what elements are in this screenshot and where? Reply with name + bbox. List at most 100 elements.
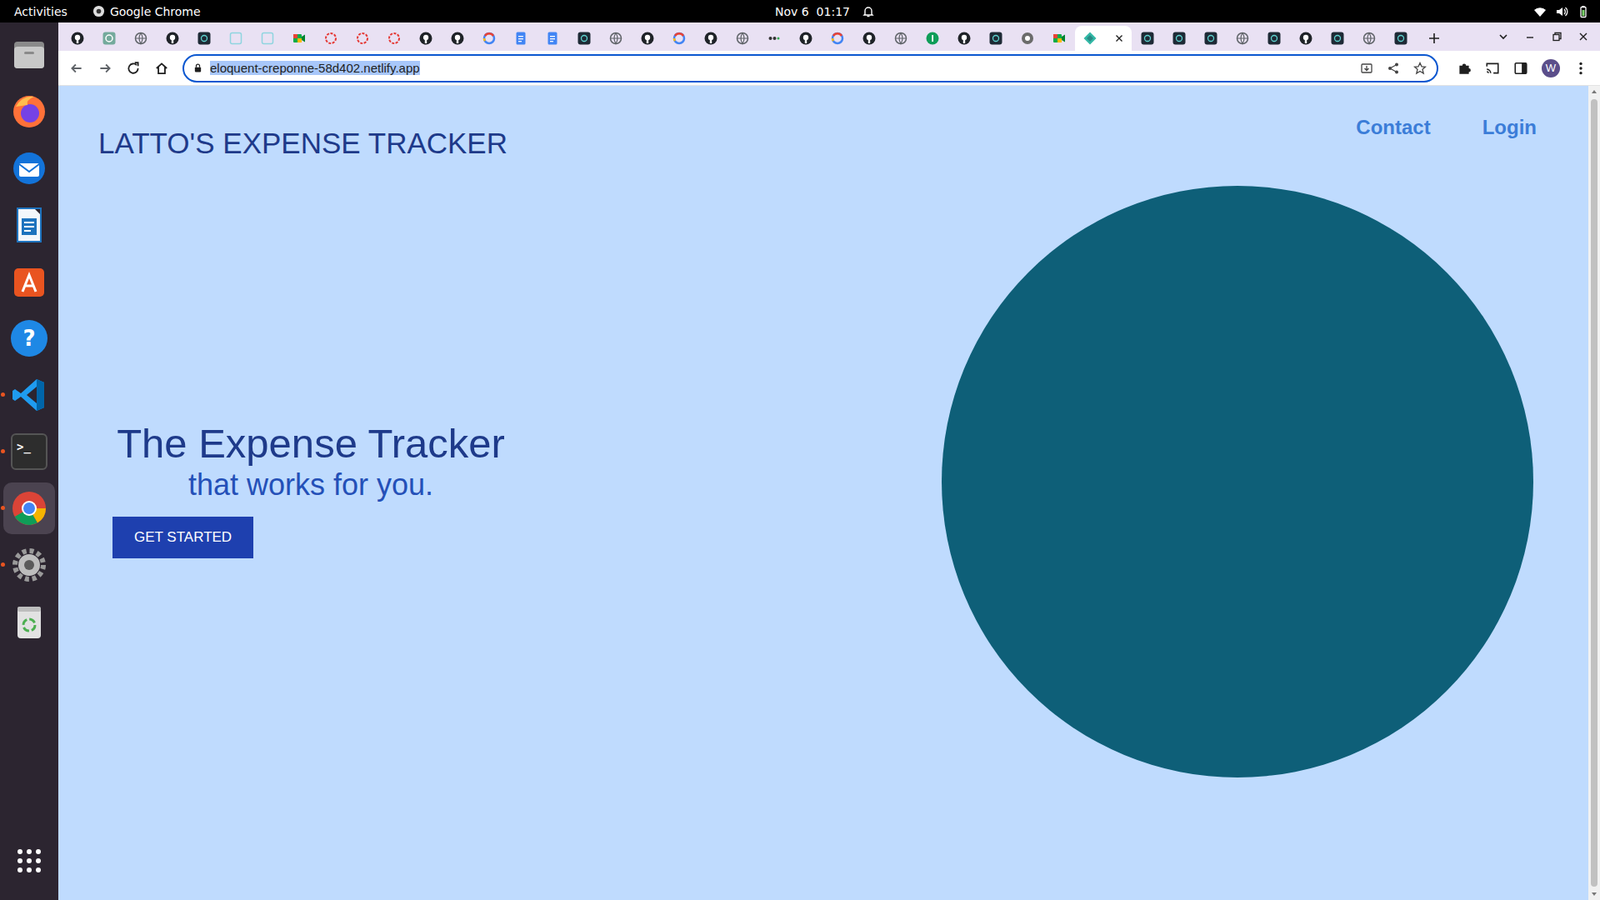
profile-button[interactable]: W	[1541, 59, 1560, 78]
restore-icon[interactable]	[1550, 30, 1564, 44]
scrollbar[interactable]	[1588, 85, 1600, 900]
browser-tab[interactable]	[441, 25, 474, 51]
browser-tab[interactable]	[1258, 25, 1290, 51]
dock-item[interactable]: >_	[3, 425, 55, 478]
browser-tab[interactable]	[410, 25, 442, 51]
dock-item[interactable]	[3, 199, 55, 251]
nav-link[interactable]: Contact	[1355, 114, 1430, 140]
close-window-icon[interactable]	[1576, 30, 1590, 44]
scroll-thumb[interactable]	[1590, 99, 1598, 887]
dock-item[interactable]	[3, 255, 55, 308]
dock-item[interactable]	[3, 29, 55, 81]
browser-tab[interactable]	[1353, 25, 1385, 51]
browser-tab[interactable]	[790, 25, 822, 51]
browser-tab[interactable]	[125, 25, 157, 51]
minimize-icon[interactable]	[1523, 30, 1537, 44]
activities-button[interactable]: Activities	[14, 5, 68, 19]
browser-tab[interactable]	[821, 25, 854, 51]
browser-tab[interactable]	[536, 25, 569, 51]
browser-tab[interactable]	[980, 25, 1012, 51]
browser-tab[interactable]	[726, 25, 759, 51]
address-bar[interactable]: eloquent-creponne-58d402.netlify.app	[182, 54, 1439, 83]
browser-tab[interactable]	[251, 25, 284, 51]
dock-item[interactable]	[3, 142, 55, 195]
bookmark-star-icon[interactable]	[1413, 61, 1427, 75]
show-apps-button[interactable]	[3, 835, 55, 887]
thunderbird-icon	[9, 148, 50, 189]
dock-item[interactable]	[3, 595, 55, 648]
chrome-icon	[9, 488, 50, 529]
page-icon	[229, 31, 243, 45]
browser-tab[interactable]	[663, 25, 695, 51]
tab-search-icon[interactable]	[1496, 30, 1510, 44]
browser-tab[interactable]	[631, 25, 664, 51]
close-tab-icon[interactable]	[1113, 32, 1125, 45]
browser-tab[interactable]	[1131, 25, 1164, 51]
tab-strip	[58, 22, 1600, 51]
extensions-icon[interactable]	[1456, 60, 1472, 76]
app-menu[interactable]: Google Chrome	[92, 5, 201, 19]
browser-tab[interactable]	[600, 25, 632, 51]
browser-tab[interactable]	[568, 25, 600, 51]
browser-tab[interactable]	[1075, 25, 1132, 51]
running-indicator	[0, 562, 5, 567]
scroll-up-icon[interactable]	[1590, 85, 1599, 98]
vscode-icon	[9, 375, 50, 415]
browser-tab[interactable]	[1011, 25, 1044, 51]
clock[interactable]: Nov 6 01:17	[725, 5, 875, 19]
browser-tab[interactable]	[378, 25, 410, 51]
menu-icon[interactable]	[1573, 60, 1589, 76]
dock-item[interactable]: ?	[3, 312, 55, 365]
browser-tab[interactable]	[885, 25, 917, 51]
browser-tab[interactable]	[61, 25, 94, 51]
browser-tab[interactable]	[1043, 25, 1075, 51]
browser-tab[interactable]	[1226, 25, 1259, 51]
browser-tab[interactable]	[758, 25, 790, 51]
dock-item[interactable]	[3, 369, 55, 421]
browser-tab[interactable]	[346, 25, 379, 51]
nav-link[interactable]: Login	[1482, 114, 1537, 140]
forward-icon[interactable]	[97, 60, 113, 76]
browser-tab[interactable]	[695, 25, 727, 51]
cast-icon[interactable]	[1485, 60, 1500, 76]
browser-tab[interactable]	[1195, 25, 1227, 51]
browser-tab[interactable]	[1163, 25, 1195, 51]
browser-tab[interactable]	[315, 25, 347, 51]
browser-tab[interactable]	[1290, 25, 1322, 51]
browser-tab[interactable]	[948, 25, 980, 51]
browser-tab[interactable]	[853, 25, 885, 51]
app-icon	[1140, 31, 1155, 45]
google-icon	[830, 31, 845, 45]
browser-tab[interactable]	[220, 25, 252, 51]
browser-tab[interactable]	[283, 25, 315, 51]
get-started-button[interactable]: GET STARTED	[112, 516, 254, 559]
reload-icon[interactable]	[125, 60, 141, 76]
system-menu[interactable]	[875, 5, 1600, 19]
home-icon[interactable]	[154, 60, 170, 76]
github-icon	[70, 31, 85, 45]
app-center-icon	[9, 261, 50, 302]
back-icon[interactable]	[69, 60, 85, 76]
github-icon	[450, 31, 465, 45]
brand-title[interactable]: LATTO'S EXPENSE TRACKER	[98, 125, 508, 161]
browser-tab[interactable]	[473, 25, 505, 51]
dock-item[interactable]	[3, 482, 55, 535]
new-tab-button[interactable]	[1420, 25, 1449, 51]
browser-tab[interactable]	[505, 25, 537, 51]
scroll-down-icon[interactable]	[1590, 888, 1599, 900]
browser-tab[interactable]	[188, 25, 220, 51]
browser-tab[interactable]	[1385, 25, 1417, 51]
browser-tab[interactable]	[156, 25, 189, 51]
side-panel-icon[interactable]	[1513, 60, 1529, 76]
browser-tab[interactable]	[916, 25, 949, 51]
dock-item[interactable]	[3, 85, 55, 138]
browser-tab[interactable]	[93, 25, 125, 51]
nav: Contact Login	[1355, 114, 1537, 140]
globe-icon	[1362, 31, 1376, 45]
install-icon[interactable]	[1360, 61, 1374, 75]
share-icon[interactable]	[1386, 61, 1400, 75]
dock-item[interactable]	[3, 539, 55, 591]
url-text[interactable]: eloquent-creponne-58d402.netlify.app	[210, 60, 420, 75]
browser-tab[interactable]	[1321, 25, 1354, 51]
red-circle-icon	[387, 31, 401, 45]
